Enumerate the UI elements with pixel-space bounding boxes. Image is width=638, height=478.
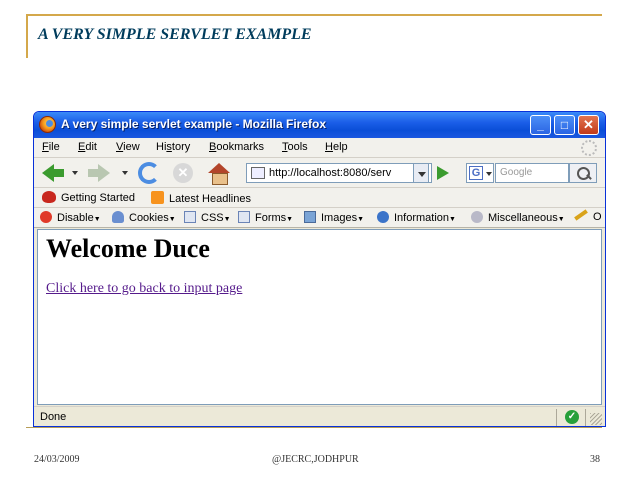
information-icon <box>377 211 389 223</box>
url-text: http://localhost:8080/serv <box>269 167 392 179</box>
minimize-button[interactable]: _ <box>530 115 551 135</box>
browser-window: A very simple servlet example - Mozilla … <box>33 111 606 427</box>
dev-miscellaneous-menu[interactable]: Miscellaneous▼ <box>471 211 565 224</box>
slide-header: A VERY SIMPLE SERVLET EXAMPLE <box>26 14 602 58</box>
dev-cookies-menu[interactable]: Cookies▼ <box>112 211 176 224</box>
back-history-dropdown[interactable] <box>72 171 78 175</box>
status-bar: Done ✓ <box>34 406 605 426</box>
close-button[interactable]: ✕ <box>578 115 599 135</box>
web-developer-toolbar: Disable▼ Cookies▼ CSS▼ Forms▼ Images▼ In… <box>34 208 605 228</box>
stop-icon[interactable]: ✕ <box>173 163 193 183</box>
home-icon[interactable] <box>208 163 230 185</box>
dev-forms-menu[interactable]: Forms▼ <box>238 211 293 224</box>
go-arrow-icon[interactable] <box>437 166 449 180</box>
bookmark-latest-headlines[interactable]: Latest Headlines <box>151 191 251 205</box>
dev-outline-menu[interactable]: O <box>574 209 602 223</box>
page-favicon-icon <box>251 167 265 179</box>
search-engine-selector[interactable]: G <box>466 163 494 183</box>
css-icon <box>184 211 196 223</box>
back-arrow-icon[interactable] <box>42 164 64 182</box>
bookmark-getting-started[interactable]: Getting Started <box>42 191 135 204</box>
forward-arrow-icon[interactable] <box>88 164 110 182</box>
forms-icon <box>238 211 250 223</box>
bookmarks-toolbar: Getting Started Latest Headlines <box>34 188 605 208</box>
menu-edit[interactable]: Edit <box>78 141 97 153</box>
menu-file[interactable]: File <box>42 141 60 153</box>
page-content: Welcome Duce Click here to go back to in… <box>37 229 602 405</box>
getting-started-icon <box>42 191 56 203</box>
window-title: A very simple servlet example - Mozilla … <box>61 117 326 131</box>
dev-disable-menu[interactable]: Disable▼ <box>40 211 101 224</box>
slide-left-rule <box>26 14 28 58</box>
status-divider <box>556 409 557 426</box>
url-bar[interactable]: http://localhost:8080/serv <box>246 163 432 183</box>
menu-bookmarks[interactable]: Bookmarks <box>209 141 264 153</box>
dev-information-menu[interactable]: Information▼ <box>377 211 456 224</box>
firefox-logo-icon <box>39 116 56 133</box>
reload-icon[interactable] <box>138 162 160 184</box>
navigation-toolbar: ✕ http://localhost:8080/serv G Google <box>34 158 605 188</box>
menu-help[interactable]: Help <box>325 141 348 153</box>
footer-credit: @JECRC,JODHPUR <box>272 454 359 465</box>
page-number: 38 <box>590 454 600 465</box>
slide-bottom-rule <box>26 427 602 428</box>
disable-icon <box>40 211 52 223</box>
rss-icon <box>151 191 164 204</box>
dev-css-menu[interactable]: CSS▼ <box>184 211 231 224</box>
google-icon: G <box>469 166 483 180</box>
dev-images-menu[interactable]: Images▼ <box>304 211 364 224</box>
back-to-input-link[interactable]: Click here to go back to input page <box>46 281 242 297</box>
throbber-icon <box>581 140 597 156</box>
footer-date: 24/03/2009 <box>34 454 80 465</box>
window-titlebar[interactable]: A very simple servlet example - Mozilla … <box>34 112 605 138</box>
resize-grip[interactable] <box>590 413 602 425</box>
forward-history-dropdown[interactable] <box>122 171 128 175</box>
url-history-dropdown[interactable] <box>413 163 429 183</box>
cookies-icon <box>112 211 124 223</box>
maximize-button[interactable]: □ <box>554 115 575 135</box>
page-heading: Welcome Duce <box>46 234 210 263</box>
miscellaneous-icon <box>471 211 483 223</box>
search-input[interactable]: Google <box>495 163 569 183</box>
slide-title: A VERY SIMPLE SERVLET EXAMPLE <box>38 26 312 43</box>
menu-history[interactable]: History <box>156 141 190 153</box>
status-ok-icon: ✓ <box>565 410 579 424</box>
menu-view[interactable]: View <box>116 141 140 153</box>
images-icon <box>304 211 316 223</box>
search-engine-caret <box>486 172 492 176</box>
search-magnifier-icon[interactable] <box>569 163 597 183</box>
status-text: Done <box>40 411 67 423</box>
pencil-icon <box>574 209 588 221</box>
slide-top-rule <box>26 14 602 16</box>
menu-bar: File Edit View History Bookmarks Tools H… <box>34 138 605 158</box>
status-divider <box>585 409 586 426</box>
menu-tools[interactable]: Tools <box>282 141 308 153</box>
